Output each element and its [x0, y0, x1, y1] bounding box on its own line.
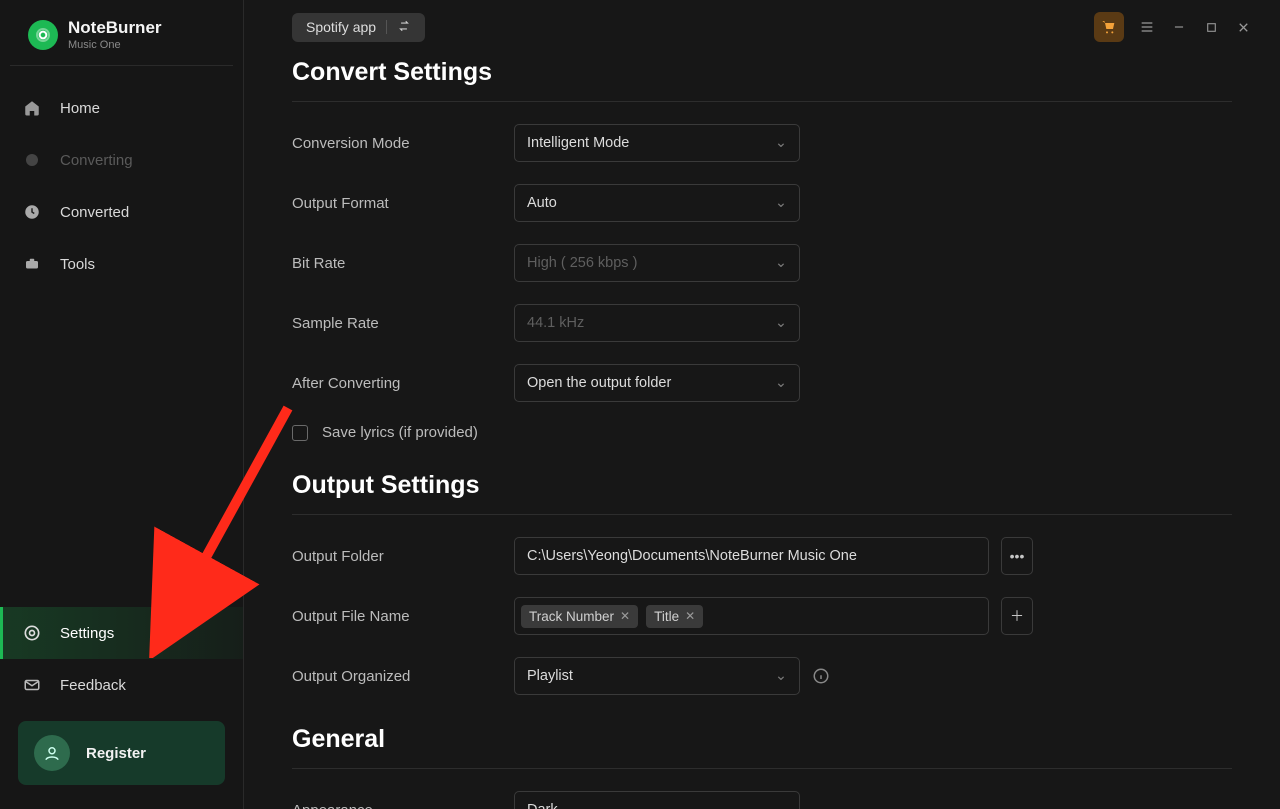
select-bit-rate: High ( 256 kbps ) ⌄: [514, 244, 800, 282]
brand: NoteBurner Music One: [10, 12, 233, 66]
select-appearance[interactable]: Dark ⌄: [514, 791, 800, 809]
sidebar-item-label: Converting: [60, 152, 133, 169]
source-selector[interactable]: Spotify app: [292, 13, 425, 42]
section-title-general: General: [292, 725, 1232, 769]
plus-icon: ＋: [1010, 606, 1024, 626]
filename-tag[interactable]: Track Number ✕: [521, 605, 638, 628]
clock-icon: [22, 202, 42, 222]
info-icon[interactable]: [812, 667, 830, 685]
app-logo: [28, 20, 58, 50]
chevron-down-icon: ⌄: [775, 135, 787, 151]
source-label: Spotify app: [306, 19, 376, 35]
chevron-down-icon: ⌄: [775, 255, 787, 271]
cart-button[interactable]: [1094, 12, 1124, 42]
sidebar-item-label: Tools: [60, 256, 95, 273]
add-tag-button[interactable]: ＋: [1001, 597, 1033, 635]
sidebar-item-settings[interactable]: Settings: [0, 607, 243, 659]
select-after-converting[interactable]: Open the output folder ⌄: [514, 364, 800, 402]
user-icon: [34, 735, 70, 771]
label-conversion-mode: Conversion Mode: [292, 135, 514, 152]
section-title-output: Output Settings: [292, 471, 1232, 515]
remove-tag-icon[interactable]: ✕: [685, 609, 695, 623]
sidebar-item-label: Feedback: [60, 677, 126, 694]
checkbox-save-lyrics[interactable]: [292, 425, 308, 441]
select-sample-rate: 44.1 kHz ⌄: [514, 304, 800, 342]
home-icon: [22, 98, 42, 118]
close-icon[interactable]: [1234, 18, 1252, 36]
sidebar-item-tools[interactable]: Tools: [0, 238, 243, 290]
minimize-icon[interactable]: [1170, 18, 1188, 36]
select-value: Auto: [527, 195, 557, 211]
select-conversion-mode[interactable]: Intelligent Mode ⌄: [514, 124, 800, 162]
chevron-down-icon: ⌄: [775, 195, 787, 211]
chevron-down-icon: ⌄: [775, 668, 787, 684]
select-value: Open the output folder: [527, 375, 671, 391]
select-value: 44.1 kHz: [527, 315, 584, 331]
input-value: C:\Users\Yeong\Documents\NoteBurner Musi…: [527, 548, 857, 564]
swap-icon: [397, 19, 411, 36]
ellipsis-icon: •••: [1010, 548, 1025, 564]
brand-name: NoteBurner: [68, 18, 162, 38]
brand-subtitle: Music One: [68, 39, 162, 51]
label-sample-rate: Sample Rate: [292, 315, 514, 332]
section-title-convert: Convert Settings: [292, 58, 1232, 102]
converting-icon: [22, 150, 42, 170]
input-output-filename[interactable]: Track Number ✕ Title ✕: [514, 597, 989, 635]
sidebar: NoteBurner Music One Home Converting Con…: [0, 0, 244, 809]
label-appearance: Appearance: [292, 802, 514, 809]
select-value: Intelligent Mode: [527, 135, 629, 151]
select-value: Playlist: [527, 668, 573, 684]
sidebar-item-converted[interactable]: Converted: [0, 186, 243, 238]
sidebar-item-label: Settings: [60, 625, 114, 642]
remove-tag-icon[interactable]: ✕: [620, 609, 630, 623]
sidebar-item-label: Home: [60, 100, 100, 117]
topbar: Spotify app: [244, 0, 1280, 54]
select-value: High ( 256 kbps ): [527, 255, 637, 271]
main: Spotify app Convert Settings Conversion …: [244, 0, 1280, 809]
browse-button[interactable]: •••: [1001, 537, 1033, 575]
label-output-organized: Output Organized: [292, 668, 514, 685]
input-output-folder[interactable]: C:\Users\Yeong\Documents\NoteBurner Musi…: [514, 537, 989, 575]
tag-label: Title: [654, 609, 679, 624]
window-controls: [1094, 12, 1260, 42]
mail-icon: [22, 675, 42, 695]
label-bit-rate: Bit Rate: [292, 255, 514, 272]
nav-bottom: Settings Feedback Register: [0, 603, 243, 809]
menu-icon[interactable]: [1138, 18, 1156, 36]
label-output-filename: Output File Name: [292, 608, 514, 625]
label-output-format: Output Format: [292, 195, 514, 212]
nav-top: Home Converting Converted Tools: [0, 78, 243, 294]
chevron-down-icon: ⌄: [775, 802, 787, 809]
chevron-down-icon: ⌄: [775, 375, 787, 391]
filename-tag[interactable]: Title ✕: [646, 605, 703, 628]
gear-icon: [22, 623, 42, 643]
label-output-folder: Output Folder: [292, 548, 514, 565]
maximize-icon[interactable]: [1202, 18, 1220, 36]
sidebar-item-label: Converted: [60, 204, 129, 221]
select-output-format[interactable]: Auto ⌄: [514, 184, 800, 222]
tag-label: Track Number: [529, 609, 614, 624]
toolbox-icon: [22, 254, 42, 274]
register-label: Register: [86, 745, 146, 762]
select-output-organized[interactable]: Playlist ⌄: [514, 657, 800, 695]
chevron-down-icon: ⌄: [775, 315, 787, 331]
select-value: Dark: [527, 802, 558, 809]
sidebar-item-feedback[interactable]: Feedback: [0, 659, 243, 711]
register-button[interactable]: Register: [18, 721, 225, 785]
sidebar-item-home[interactable]: Home: [0, 82, 243, 134]
label-after-converting: After Converting: [292, 375, 514, 392]
sidebar-item-converting[interactable]: Converting: [0, 134, 243, 186]
label-save-lyrics: Save lyrics (if provided): [322, 424, 478, 441]
